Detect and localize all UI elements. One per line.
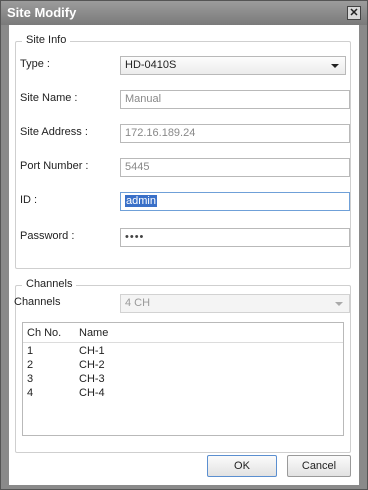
- row-ch-no: 2: [27, 359, 34, 371]
- channels-group-title: Channels: [22, 278, 77, 290]
- channel-list[interactable]: Ch No. Name 1 CH-1 2 CH-2 3 CH-3 4 CH-4: [22, 322, 344, 436]
- row-ch-no: 1: [27, 345, 34, 357]
- site-address-input[interactable]: 172.16.189.24: [120, 124, 350, 143]
- channels-group: Channels Channels 4 CH Ch No. Name 1 CH-…: [14, 278, 351, 453]
- site-name-input[interactable]: Manual: [120, 90, 350, 109]
- password-label: Password :: [20, 230, 75, 242]
- id-label: ID :: [20, 194, 38, 206]
- title-bar[interactable]: Site Modify ✕: [1, 1, 367, 25]
- table-row[interactable]: 3 CH-3: [23, 373, 343, 387]
- site-address-label: Site Address :: [20, 126, 88, 138]
- channels-select[interactable]: 4 CH: [120, 294, 350, 313]
- chevron-down-icon[interactable]: [331, 64, 339, 68]
- port-number-label: Port Number :: [20, 160, 89, 172]
- channels-select-value: 4 CH: [125, 297, 151, 309]
- password-input[interactable]: ••••: [120, 228, 350, 247]
- row-name: CH-3: [79, 373, 105, 385]
- id-input[interactable]: admin: [120, 192, 350, 211]
- type-select[interactable]: HD-0410S: [120, 56, 346, 75]
- type-label: Type :: [20, 58, 50, 70]
- row-ch-no: 3: [27, 373, 34, 385]
- close-icon[interactable]: ✕: [347, 6, 361, 20]
- cancel-button[interactable]: Cancel: [287, 455, 351, 477]
- type-select-value: HD-0410S: [125, 59, 177, 71]
- site-modify-dialog: Site Modify ✕ Site Info Type : HD-0410S …: [0, 0, 368, 490]
- site-name-label: Site Name :: [20, 92, 78, 104]
- channels-label: Channels: [14, 296, 61, 308]
- row-name: CH-1: [79, 345, 105, 357]
- id-input-selected-text: admin: [125, 195, 157, 207]
- column-header-name[interactable]: Name: [79, 327, 108, 339]
- row-name: CH-4: [79, 387, 105, 399]
- column-header-ch-no[interactable]: Ch No.: [27, 327, 61, 339]
- row-name: CH-2: [79, 359, 105, 371]
- chevron-down-icon[interactable]: [335, 302, 343, 306]
- ok-button[interactable]: OK: [207, 455, 277, 477]
- table-row[interactable]: 1 CH-1: [23, 345, 343, 359]
- table-row[interactable]: 2 CH-2: [23, 359, 343, 373]
- site-info-group: Site Info Type : HD-0410S Site Name : Ma…: [15, 34, 351, 269]
- dialog-body: Site Info Type : HD-0410S Site Name : Ma…: [9, 25, 359, 485]
- row-ch-no: 4: [27, 387, 34, 399]
- site-info-group-title: Site Info: [22, 34, 71, 46]
- channel-list-header: Ch No. Name: [23, 323, 343, 343]
- dialog-title: Site Modify: [7, 5, 77, 20]
- table-row[interactable]: 4 CH-4: [23, 387, 343, 401]
- port-number-input[interactable]: 5445: [120, 158, 350, 177]
